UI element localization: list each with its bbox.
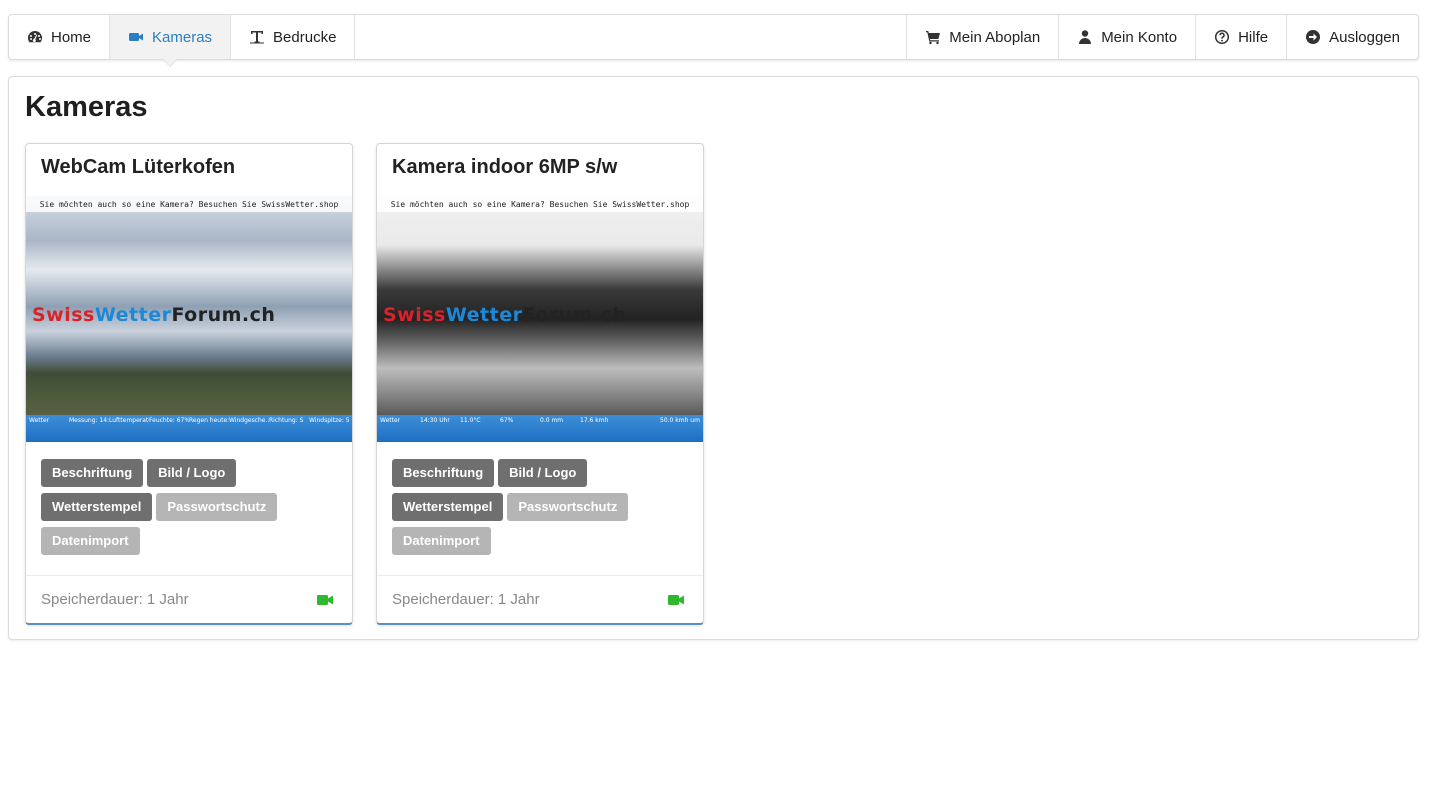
main-panel: Kameras WebCam Lüterkofen Sie möchten au… [8, 76, 1419, 640]
camera-list: WebCam Lüterkofen Sie möchten auch so ei… [25, 143, 704, 625]
feature-tags: Beschriftung Bild / Logo Wetterstempel P… [41, 459, 341, 555]
tag-datenimport[interactable]: Datenimport [41, 527, 140, 555]
video-camera-icon [128, 29, 144, 45]
feature-tags: Beschriftung Bild / Logo Wetterstempel P… [392, 459, 692, 555]
nav-label: Kameras [152, 28, 213, 46]
camera-title: WebCam Lüterkofen [41, 156, 236, 178]
nav-mein-aboplan[interactable]: Mein Aboplan [906, 15, 1058, 59]
tag-bild-logo[interactable]: Bild / Logo [147, 459, 237, 487]
tag-wetterstempel[interactable]: Wetterstempel [41, 493, 153, 521]
page-title: Kameras [25, 91, 148, 123]
logout-icon [1305, 29, 1321, 45]
nav-kameras[interactable]: Kameras [110, 15, 232, 67]
tag-passwortschutz[interactable]: Passwortschutz [507, 493, 629, 521]
storage-duration: Speicherdauer: 1 Jahr [392, 591, 540, 608]
nav-home[interactable]: Home [9, 15, 111, 59]
camera-image[interactable]: Sie möchten auch so eine Kamera? Besuche… [377, 196, 703, 442]
image-banner: Sie möchten auch so eine Kamera? Besuche… [26, 196, 352, 212]
cart-icon [925, 29, 941, 45]
nav-right: Mein Aboplan Mein Konto Hilfe Ausloggen [906, 15, 1418, 59]
nav-label: Hilfe [1238, 28, 1269, 46]
nav-label: Ausloggen [1329, 28, 1400, 46]
text-icon [249, 29, 265, 45]
video-camera-icon[interactable] [316, 593, 334, 607]
image-weather-strip: Wetter 14:30 Uhr 11.0°C 67% 0.0 mm 17.6 … [377, 415, 703, 442]
tag-bild-logo[interactable]: Bild / Logo [498, 459, 588, 487]
tag-beschriftung[interactable]: Beschriftung [392, 459, 495, 487]
nav-left: Home Kameras Bedrucke [9, 15, 356, 67]
image-weather-strip: Wetter Messung: 14:20 Uhr Lufttemperatur… [26, 415, 352, 442]
storage-duration: Speicherdauer: 1 Jahr [41, 591, 189, 608]
nav-ausloggen[interactable]: Ausloggen [1286, 15, 1418, 59]
nav-mein-konto[interactable]: Mein Konto [1058, 15, 1195, 59]
video-camera-icon[interactable] [667, 593, 685, 607]
tag-beschriftung[interactable]: Beschriftung [41, 459, 144, 487]
camera-title: Kamera indoor 6MP s/w [392, 156, 618, 178]
image-watermark: SwissWetterForum.ch [383, 304, 627, 326]
dashboard-icon [27, 29, 43, 45]
top-navigation: Home Kameras Bedrucke Mein Aboplan Mein … [8, 14, 1419, 67]
nav-label: Mein Aboplan [949, 28, 1041, 46]
camera-card[interactable]: WebCam Lüterkofen Sie möchten auch so ei… [25, 143, 353, 625]
user-icon [1077, 29, 1093, 45]
card-footer: Speicherdauer: 1 Jahr [26, 575, 352, 623]
tag-wetterstempel[interactable]: Wetterstempel [392, 493, 504, 521]
help-icon [1214, 29, 1230, 45]
nav-hilfe[interactable]: Hilfe [1195, 15, 1286, 59]
image-watermark: SwissWetterForum.ch [32, 304, 276, 326]
nav-bedrucke[interactable]: Bedrucke [231, 15, 356, 59]
nav-label: Mein Konto [1101, 28, 1178, 46]
tag-datenimport[interactable]: Datenimport [392, 527, 491, 555]
tag-passwortschutz[interactable]: Passwortschutz [156, 493, 278, 521]
nav-label: Home [51, 28, 92, 46]
nav-label: Bedrucke [273, 28, 337, 46]
card-footer: Speicherdauer: 1 Jahr [377, 575, 703, 623]
image-banner: Sie möchten auch so eine Kamera? Besuche… [377, 196, 703, 212]
camera-image[interactable]: Sie möchten auch so eine Kamera? Besuche… [26, 196, 352, 442]
camera-card[interactable]: Kamera indoor 6MP s/w Sie möchten auch s… [376, 143, 704, 625]
